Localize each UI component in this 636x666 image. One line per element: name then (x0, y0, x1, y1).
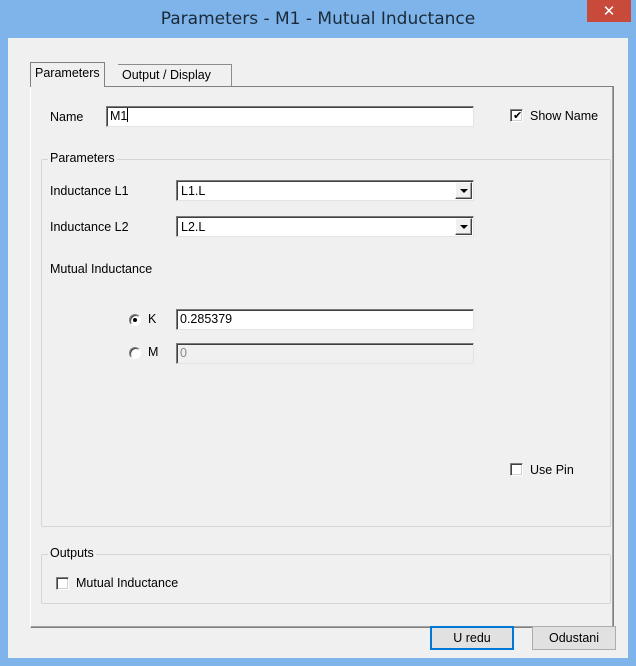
inductance-l1-dropdown[interactable]: L1.L (176, 180, 474, 201)
name-label: Name (50, 110, 84, 124)
use-pin-label: Use Pin (530, 463, 574, 477)
m-input[interactable]: 0 (176, 343, 474, 364)
chevron-down-icon[interactable] (455, 182, 472, 199)
output-mutual-inductance-checkbox[interactable] (56, 577, 69, 590)
k-input-value: 0.285379 (180, 312, 233, 326)
show-name-label: Show Name (530, 109, 599, 123)
close-icon: ✕ (602, 2, 616, 20)
m-label: M (148, 345, 159, 359)
cancel-button[interactable]: Odustani (532, 626, 616, 650)
close-button[interactable]: ✕ (587, 0, 631, 22)
show-name-checkbox[interactable]: ✔ (510, 109, 523, 122)
window-title: Parameters - M1 - Mutual Inductance (160, 9, 476, 29)
tab-output-display[interactable]: Output / Display (118, 64, 232, 86)
radio-selected-dot (133, 318, 137, 322)
k-input[interactable]: 0.285379 (176, 309, 474, 330)
inductance-l2-label: Inductance L2 (50, 220, 129, 234)
inductance-l2-dropdown[interactable]: L2.L (176, 216, 474, 237)
ok-button[interactable]: U redu (430, 626, 514, 650)
chevron-down-icon[interactable] (455, 218, 472, 235)
name-input[interactable]: M1 (106, 106, 474, 127)
dialog-client-area: Parameters Output / Display Name M1 ✔ Sh… (8, 38, 628, 658)
tab-panel-border (30, 86, 614, 87)
tab-label: Output / Display (122, 68, 211, 82)
m-input-value: 0 (180, 346, 187, 360)
k-radio[interactable] (129, 314, 141, 326)
mutual-inductance-label: Mutual Inductance (50, 262, 153, 276)
use-pin-checkbox[interactable] (510, 463, 523, 476)
check-icon: ✔ (513, 109, 523, 122)
name-input-value: M1 (110, 109, 128, 123)
outputs-group-title: Outputs (48, 546, 96, 560)
parameters-group-title: Parameters (48, 151, 117, 165)
inductance-l1-value: L1.L (181, 184, 206, 198)
text-caret (127, 108, 129, 122)
dialog-window: Parameters - M1 - Mutual Inductance ✕ Pa… (0, 0, 636, 666)
tab-parameters[interactable]: Parameters (30, 62, 105, 87)
inductance-l1-label: Inductance L1 (50, 184, 129, 198)
title-bar[interactable]: Parameters - M1 - Mutual Inductance ✕ (0, 0, 636, 38)
tab-label: Parameters (35, 66, 100, 80)
m-radio[interactable] (129, 347, 141, 359)
k-label: K (148, 312, 157, 326)
output-mutual-inductance-label: Mutual Inductance (76, 576, 179, 590)
inductance-l2-value: L2.L (181, 220, 206, 234)
